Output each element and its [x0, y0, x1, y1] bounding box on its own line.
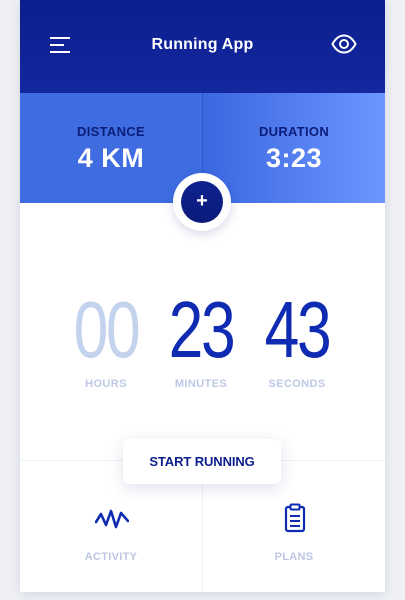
distance-label: DISTANCE: [77, 124, 145, 139]
seconds-value: 43: [264, 285, 332, 374]
add-button[interactable]: +: [181, 181, 223, 223]
tab-plans-label: PLANS: [274, 551, 314, 563]
timer-minutes: 23 MINUTES: [146, 285, 256, 391]
distance-stat: DISTANCE 4 KM: [20, 93, 202, 203]
timer: 00 HOURS 23 MINUTES 43 SECONDS: [20, 288, 385, 398]
plus-icon: +: [196, 190, 208, 212]
tab-activity-label: ACTIVITY: [84, 551, 138, 563]
distance-value: 4 KM: [77, 143, 145, 173]
eye-icon[interactable]: [331, 34, 357, 54]
minutes-label: MINUTES: [174, 378, 228, 390]
timer-seconds: 43 SECONDS: [242, 285, 352, 391]
duration-stat: DURATION 3:23: [203, 93, 385, 203]
activity-icon: [95, 509, 129, 529]
seconds-label: SECONDS: [268, 378, 326, 390]
add-button-ring: +: [173, 173, 231, 231]
hours-value: 00: [73, 285, 141, 374]
duration-label: DURATION: [258, 124, 330, 139]
duration-value: 3:23: [265, 143, 323, 173]
timer-hours: 00 HOURS: [51, 285, 161, 391]
minutes-value: 23: [168, 285, 236, 374]
clipboard-icon: [284, 503, 306, 533]
hours-label: HOURS: [85, 378, 127, 390]
app-header: Running App: [20, 0, 385, 93]
app-screen: Running App DISTANCE 4 KM DURATION 3:23 …: [20, 0, 385, 592]
start-running-button[interactable]: START RUNNING: [123, 439, 281, 484]
